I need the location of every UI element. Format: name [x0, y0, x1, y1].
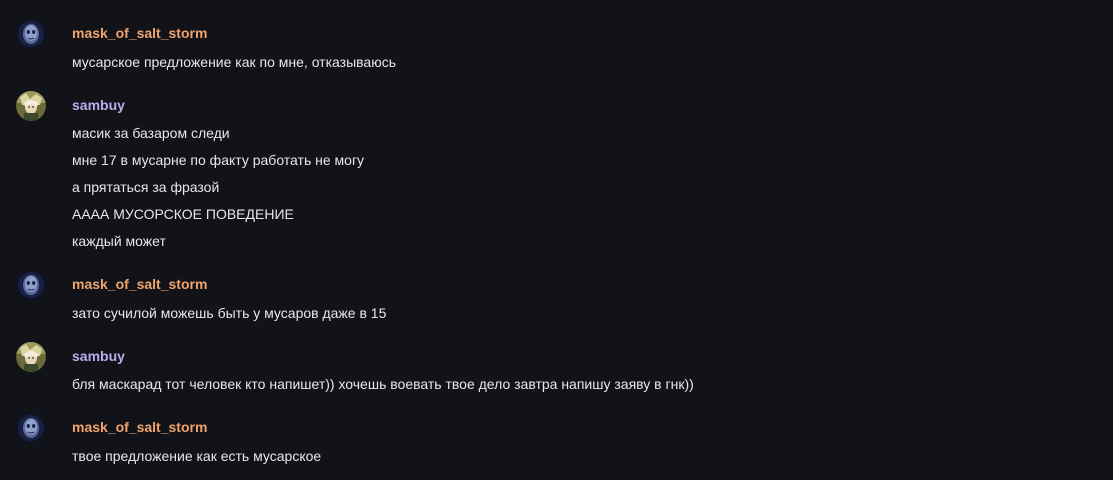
username[interactable]: mask_of_salt_storm — [72, 24, 207, 42]
message-text: АААА МУСОРСКОЕ ПОВЕДЕНИЕ — [72, 206, 294, 222]
message-text: бля маскарад тот человек кто напишет)) х… — [72, 376, 694, 392]
message-text: твое предложение как есть мусарское — [72, 448, 322, 464]
message-text: мусарское предложение как по мне, отказы… — [72, 54, 396, 70]
character-portrait-avatar-icon[interactable] — [16, 91, 46, 121]
masked-figure-avatar-icon[interactable] — [16, 19, 46, 49]
username[interactable]: mask_of_salt_storm — [72, 418, 207, 436]
message-text: мне 17 в мусарне по факту работать не мо… — [72, 152, 365, 168]
username[interactable]: mask_of_salt_storm — [72, 275, 207, 293]
masked-figure-avatar-icon[interactable] — [16, 270, 46, 300]
username[interactable]: sambuy — [72, 347, 125, 365]
message-text: а прятаться за фразой — [72, 179, 220, 195]
username[interactable]: sambuy — [72, 96, 125, 114]
message-text: зато сучилой можешь быть у мусаров даже … — [72, 305, 387, 321]
chat-log: mask_of_salt_storm мусарское предложение… — [0, 0, 1113, 480]
masked-figure-avatar-icon[interactable] — [16, 413, 46, 443]
character-portrait-avatar-icon[interactable] — [16, 342, 46, 372]
message-text: масик за базаром следи — [72, 125, 230, 141]
message-text: каждый может — [72, 233, 166, 249]
